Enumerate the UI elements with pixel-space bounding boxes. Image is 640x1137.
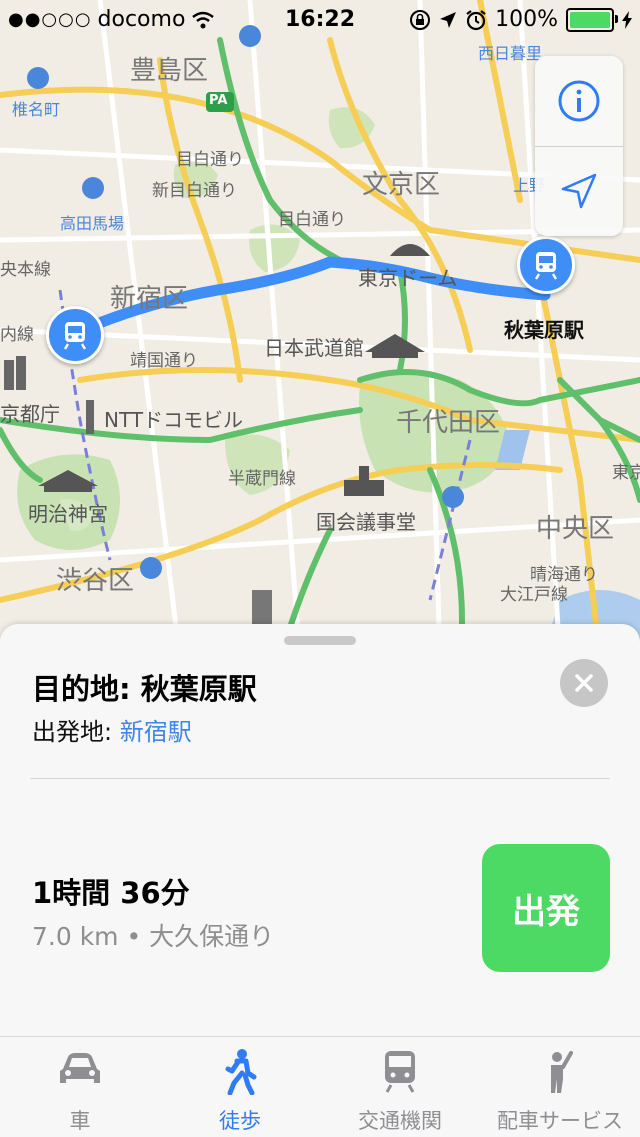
car-icon bbox=[60, 1053, 100, 1083]
tab-label: 徒歩 bbox=[219, 1109, 261, 1133]
close-icon bbox=[575, 674, 593, 692]
building-icon bbox=[252, 590, 272, 624]
location-arrow-icon bbox=[561, 173, 597, 209]
tab-ride-hailing[interactable]: 配車サービス bbox=[480, 1037, 640, 1137]
tab-transit[interactable]: 交通機関 bbox=[320, 1037, 480, 1137]
train-icon bbox=[534, 252, 558, 280]
go-button[interactable]: 出発 bbox=[482, 844, 610, 972]
map-label-oedo-line: 大江戸線 bbox=[500, 585, 568, 605]
station-marker[interactable] bbox=[27, 67, 49, 89]
ntt-tower-icon bbox=[86, 400, 94, 434]
status-bar: ●●○○○ docomo 16:22 100% bbox=[0, 0, 640, 40]
origin-link[interactable]: 新宿駅 bbox=[120, 718, 192, 746]
destination-station-pin[interactable] bbox=[517, 236, 575, 294]
map-label-shinjuku-ku: 新宿区 bbox=[110, 284, 189, 314]
map-label-tocho: 京都庁 bbox=[0, 402, 60, 426]
station-marker[interactable] bbox=[82, 177, 104, 199]
map-label-tokyo-dome: 東京ドーム bbox=[358, 266, 458, 290]
map-label-mejiro-dori-2: 目白通り bbox=[278, 210, 346, 230]
close-button[interactable] bbox=[560, 659, 608, 707]
map-label-marunouchi: 内線 bbox=[0, 325, 34, 345]
origin-station-pin[interactable] bbox=[46, 306, 104, 364]
route-distance-info: 7.0 km • 大久保通り bbox=[32, 922, 275, 951]
tab-label: 車 bbox=[69, 1109, 91, 1133]
origin-prefix: 出発地: bbox=[32, 718, 120, 746]
charging-icon bbox=[622, 10, 632, 29]
alarm-icon bbox=[466, 9, 486, 30]
map-label-pa: PA bbox=[209, 93, 228, 108]
map-label-hanzomon: 半蔵門線 bbox=[228, 469, 296, 489]
hail-icon bbox=[551, 1051, 573, 1093]
map-label-meiji-jingu: 明治神宮 bbox=[28, 502, 108, 526]
destination-title: 目的地: 秋葉原駅 bbox=[32, 672, 257, 706]
map-label-chuo: 中央区 bbox=[536, 514, 615, 544]
map-label-mejiro-dori: 目白通り bbox=[176, 150, 244, 170]
battery-percentage: 100% bbox=[495, 7, 558, 32]
map-label-bunkyo: 文京区 bbox=[362, 170, 441, 200]
map-label-kokkai: 国会議事堂 bbox=[316, 510, 416, 534]
info-button[interactable] bbox=[535, 56, 623, 146]
map-label-shiinamachi: 椎名町 bbox=[12, 100, 61, 119]
map-label-nishinippori: 西日暮里 bbox=[478, 44, 543, 63]
map-label-ntt-docomo: NTTドコモビル bbox=[104, 408, 244, 432]
train-icon bbox=[385, 1051, 415, 1093]
map-controls bbox=[535, 56, 623, 236]
map-label-yasukuni-dori: 靖国通り bbox=[130, 351, 198, 371]
map-label-chiyoda: 千代田区 bbox=[396, 408, 501, 438]
tab-label: 配車サービス bbox=[497, 1109, 623, 1133]
station-marker[interactable] bbox=[442, 486, 464, 508]
location-services-icon bbox=[440, 11, 457, 28]
current-location-button[interactable] bbox=[535, 146, 623, 236]
map-label-akihabara: 秋葉原駅 bbox=[504, 318, 584, 342]
route-duration: 1時間 36分 bbox=[32, 876, 190, 910]
map-label-toshima: 豊島区 bbox=[130, 56, 209, 86]
map-label-chuo-honsen: 央本線 bbox=[0, 260, 51, 280]
origin-row: 出発地: 新宿駅 bbox=[32, 712, 192, 747]
tab-walking[interactable]: 徒歩 bbox=[160, 1037, 320, 1137]
map-label-budokan: 日本武道館 bbox=[264, 336, 364, 360]
walking-icon bbox=[225, 1049, 257, 1095]
rotation-lock-icon bbox=[410, 9, 431, 30]
map-label-east: 東京 bbox=[612, 463, 640, 483]
tab-car[interactable]: 車 bbox=[0, 1037, 160, 1137]
map-label-shinmejiro-dori: 新目白通り bbox=[152, 181, 237, 201]
train-icon bbox=[63, 322, 87, 350]
tab-label: 交通機関 bbox=[358, 1109, 442, 1133]
info-icon bbox=[558, 80, 600, 122]
divider bbox=[30, 778, 610, 779]
map-label-shibuya: 渋谷区 bbox=[56, 566, 135, 596]
transport-mode-tabbar: 車 徒歩 交通機関 配車サービス bbox=[0, 1036, 640, 1137]
map-label-takadanobaba: 高田馬場 bbox=[60, 214, 125, 233]
battery-icon bbox=[566, 7, 618, 32]
sheet-grabber[interactable] bbox=[284, 636, 356, 645]
station-marker[interactable] bbox=[140, 557, 162, 579]
